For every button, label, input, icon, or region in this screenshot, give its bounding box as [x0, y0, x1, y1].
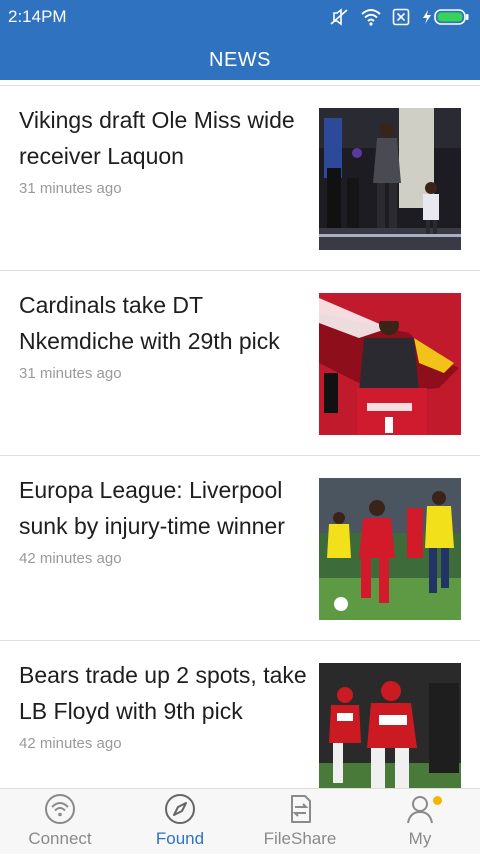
notification-dot	[433, 796, 442, 805]
news-thumbnail[interactable]	[319, 478, 461, 620]
nav-item-found[interactable]: Found	[120, 789, 240, 855]
status-time: 2:14PM	[8, 7, 67, 26]
news-card[interactable]: Europa League: Liverpool sunk by injury-…	[0, 455, 480, 640]
compass-icon	[165, 794, 195, 824]
app-bar: 2:14PM NEWS	[0, 0, 480, 80]
news-headline[interactable]: Europa League: Liverpool sunk by injury-…	[19, 472, 309, 544]
news-headline[interactable]: Cardinals take DT Nkemdiche with 29th pi…	[19, 287, 309, 359]
news-card[interactable]: Vikings draft Ole Miss wide receiver Laq…	[0, 85, 480, 270]
news-card[interactable]: Cardinals take DT Nkemdiche with 29th pi…	[0, 270, 480, 455]
news-thumbnail[interactable]	[319, 663, 461, 788]
file-share-icon	[291, 795, 311, 823]
nav-item-my[interactable]: My	[360, 789, 480, 855]
news-feed[interactable]: Vikings draft Ole Miss wide receiver Laq…	[0, 80, 480, 788]
news-timestamp: 42 minutes ago	[19, 735, 122, 752]
news-headline[interactable]: Vikings draft Ole Miss wide receiver Laq…	[19, 102, 309, 174]
nav-label: Found	[155, 829, 205, 848]
nav-label: My	[408, 829, 432, 848]
profile-icon	[407, 796, 433, 824]
battery-charging-icon	[423, 9, 469, 25]
wifi-status-icon	[361, 9, 381, 26]
news-thumbnail[interactable]	[319, 293, 461, 435]
nav-label: FileShare	[263, 829, 337, 848]
page-title: NEWS	[209, 49, 271, 71]
nav-label: Connect	[28, 829, 92, 848]
status-icons	[328, 6, 470, 28]
news-timestamp: 31 minutes ago	[19, 180, 122, 197]
wifi-icon	[45, 794, 75, 824]
news-headline[interactable]: Bears trade up 2 spots, take LB Floyd wi…	[19, 657, 309, 729]
news-thumbnail[interactable]	[319, 108, 461, 250]
news-card[interactable]: Bears trade up 2 spots, take LB Floyd wi…	[0, 640, 480, 788]
bottom-navigation: Connect Found FileShare My	[0, 788, 480, 854]
nav-item-fileshare[interactable]: FileShare	[240, 789, 360, 855]
news-timestamp: 31 minutes ago	[19, 365, 122, 382]
mute-icon	[330, 8, 348, 26]
no-sim-icon	[392, 8, 410, 26]
news-timestamp: 42 minutes ago	[19, 550, 122, 567]
nav-item-connect[interactable]: Connect	[0, 789, 120, 855]
